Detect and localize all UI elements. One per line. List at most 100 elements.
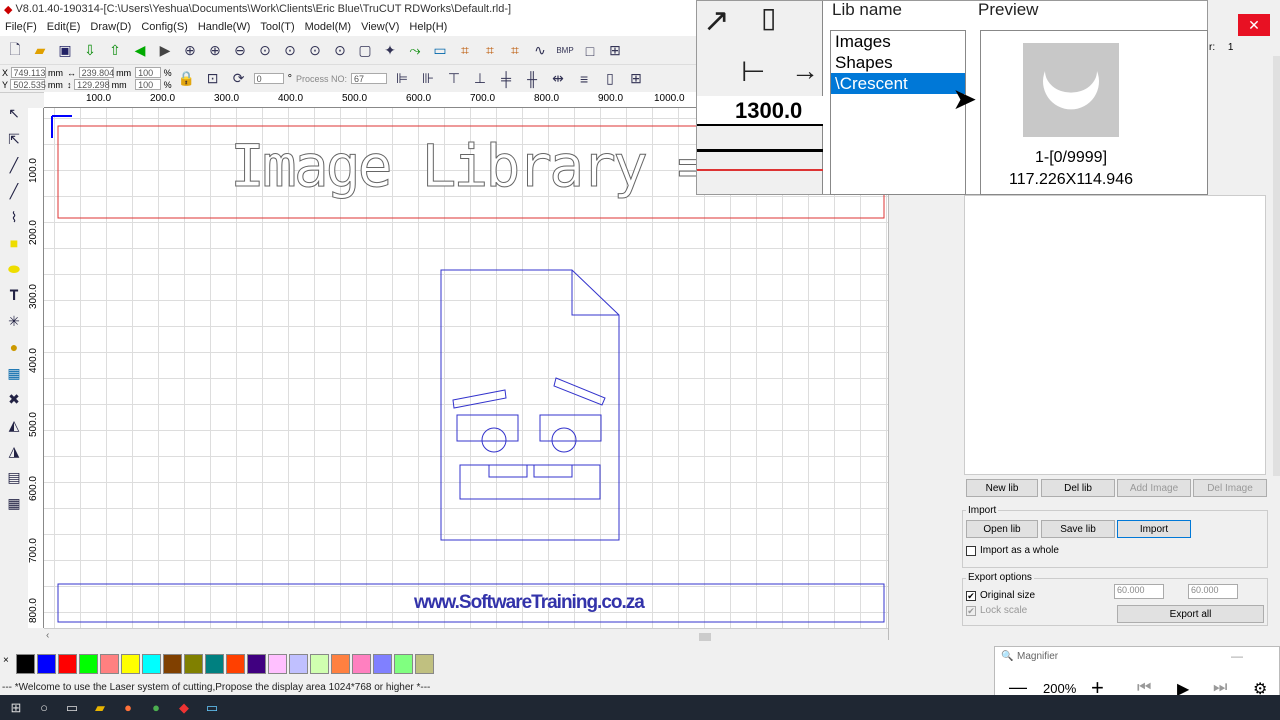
export-icon[interactable]: ⇧ xyxy=(104,40,126,62)
zoom-fit-icon[interactable]: ⊙ xyxy=(254,40,276,62)
check-icon[interactable]: ✔ xyxy=(966,605,976,616)
del-image-button[interactable]: Del Image xyxy=(1193,479,1267,497)
menu-handle[interactable]: Handle(W) xyxy=(193,21,256,33)
mirror-icon[interactable]: ⊡ xyxy=(202,68,224,90)
lib-item-images[interactable]: Images xyxy=(831,31,965,52)
color-swatch[interactable] xyxy=(394,654,413,674)
chrome-icon[interactable]: ● xyxy=(148,700,164,716)
color-swatch[interactable] xyxy=(184,654,203,674)
import-button[interactable]: Import xyxy=(1117,520,1191,538)
align-middle-icon[interactable]: ╫ xyxy=(521,68,543,90)
search-icon[interactable]: ○ xyxy=(36,700,52,716)
lib-list[interactable]: Images Shapes \Crescent xyxy=(830,30,966,195)
start-icon[interactable]: ⊞ xyxy=(8,700,24,716)
add-image-button[interactable]: Add Image xyxy=(1117,479,1191,497)
polyline-tool-icon[interactable]: ╱ xyxy=(3,180,25,202)
color-swatch[interactable] xyxy=(58,654,77,674)
rotate-field[interactable]: 0 xyxy=(253,73,284,84)
export-height-field[interactable]: 60.000 xyxy=(1188,584,1238,599)
align-top-icon[interactable]: ⊤ xyxy=(443,68,465,90)
group-icon[interactable]: ⌗ xyxy=(454,40,476,62)
width-field[interactable]: 239.804 xyxy=(78,66,114,78)
align-right-icon[interactable]: ⊪ xyxy=(417,68,439,90)
save-icon[interactable]: ▣ xyxy=(54,40,76,62)
node-icon[interactable]: ✦ xyxy=(379,40,401,62)
height-field[interactable]: 129.298 xyxy=(74,78,110,90)
color-swatch[interactable] xyxy=(331,654,350,674)
new-lib-button[interactable]: New lib xyxy=(966,479,1038,497)
distribute-v-icon[interactable]: ≡ xyxy=(573,68,595,90)
scale-y-field[interactable]: 100 xyxy=(135,78,162,90)
check-icon[interactable]: ✔ xyxy=(966,590,976,601)
color-swatch[interactable] xyxy=(100,654,119,674)
color-swatch[interactable] xyxy=(37,654,56,674)
redo-icon[interactable]: ▶ xyxy=(154,40,176,62)
color-swatch[interactable] xyxy=(142,654,161,674)
distribute-h-icon[interactable]: ⇹ xyxy=(547,68,569,90)
zoom-select-icon[interactable]: ⊙ xyxy=(304,40,326,62)
library-image-list[interactable] xyxy=(964,195,1266,475)
mirror-h-icon[interactable]: ◭ xyxy=(3,414,25,436)
point-tool-icon[interactable]: ✳ xyxy=(3,310,25,332)
menu-help[interactable]: Help(H) xyxy=(404,21,452,33)
y-field[interactable]: 502.535 xyxy=(10,78,46,90)
same-width-icon[interactable]: ▯ xyxy=(599,68,621,90)
layer-icon[interactable]: ▤ xyxy=(3,466,25,488)
rotate-icon[interactable]: ⟳ xyxy=(228,68,250,90)
firefox-icon[interactable]: ● xyxy=(120,700,136,716)
line-tool-icon[interactable]: ╱ xyxy=(3,154,25,176)
path-icon[interactable]: ⤳ xyxy=(404,40,426,62)
color-swatch[interactable] xyxy=(226,654,245,674)
color-swatch[interactable] xyxy=(289,654,308,674)
scale-x-field[interactable]: 100 xyxy=(135,66,162,78)
zoom-icon[interactable]: ⊕ xyxy=(204,40,226,62)
lock-scale-option[interactable]: ✔ Lock scale xyxy=(966,605,1027,616)
undo-icon[interactable]: ◀ xyxy=(129,40,151,62)
align-bottom-icon[interactable]: ⊥ xyxy=(469,68,491,90)
zoom-all-icon[interactable]: ⊙ xyxy=(329,40,351,62)
task-view-icon[interactable]: ▭ xyxy=(64,700,80,716)
align-center-icon[interactable]: ╪ xyxy=(495,68,517,90)
color-swatch[interactable] xyxy=(205,654,224,674)
color-swatch[interactable] xyxy=(163,654,182,674)
color-swatch[interactable] xyxy=(268,654,287,674)
align-left-icon[interactable]: ⊫ xyxy=(391,68,413,90)
menu-model[interactable]: Model(M) xyxy=(300,21,356,33)
scroll-thumb[interactable] xyxy=(699,633,711,641)
minimize-icon[interactable]: — xyxy=(1231,649,1243,663)
bmp-icon[interactable]: BMP xyxy=(554,40,576,62)
color-swatch[interactable] xyxy=(310,654,329,674)
menu-config[interactable]: Config(S) xyxy=(136,21,192,33)
color-swatch[interactable] xyxy=(247,654,266,674)
color-swatch[interactable] xyxy=(415,654,434,674)
lib-item-shapes[interactable]: Shapes xyxy=(831,52,965,73)
fill-tool-icon[interactable]: ● xyxy=(3,336,25,358)
text-tool-icon[interactable]: 𝐓 xyxy=(3,284,25,306)
same-size-icon[interactable]: ⊞ xyxy=(625,68,647,90)
curve-tool-icon[interactable]: ⌇ xyxy=(3,206,25,228)
horizontal-scrollbar[interactable]: ‹ xyxy=(44,628,890,644)
delete-tool-icon[interactable]: ✖ xyxy=(3,388,25,410)
x-field[interactable]: 749.113 xyxy=(10,66,46,78)
rectangle-tool-icon[interactable]: ■ xyxy=(3,232,25,254)
process-field[interactable]: 67 xyxy=(351,73,388,84)
zoom-page-icon[interactable]: ⊙ xyxy=(279,40,301,62)
no-color-icon[interactable]: × xyxy=(3,655,9,666)
open-lib-button[interactable]: Open lib xyxy=(966,520,1038,538)
close-button[interactable]: ✕ xyxy=(1238,14,1270,36)
save-lib-button[interactable]: Save lib xyxy=(1041,520,1115,538)
panel-scrollbar[interactable] xyxy=(1273,56,1280,476)
original-size-option[interactable]: ✔ Original size xyxy=(966,590,1035,601)
grid-tool-icon[interactable]: ⊞ xyxy=(604,40,626,62)
scroll-left-icon[interactable]: ‹ xyxy=(46,630,49,641)
frame-icon[interactable]: ▢ xyxy=(354,40,376,62)
lib-item-crescent[interactable]: \Crescent xyxy=(831,73,965,94)
file-explorer-icon[interactable]: ▰ xyxy=(92,700,108,716)
color-swatch[interactable] xyxy=(121,654,140,674)
export-width-field[interactable]: 60.000 xyxy=(1114,584,1164,599)
menu-view[interactable]: View(V) xyxy=(356,21,404,33)
lock-icon[interactable]: 🔒 xyxy=(176,68,198,90)
new-file-icon[interactable]: 🗋 xyxy=(4,40,26,62)
ellipse-tool-icon[interactable]: ⬬ xyxy=(3,258,25,280)
mirror-v-icon[interactable]: ◮ xyxy=(3,440,25,462)
